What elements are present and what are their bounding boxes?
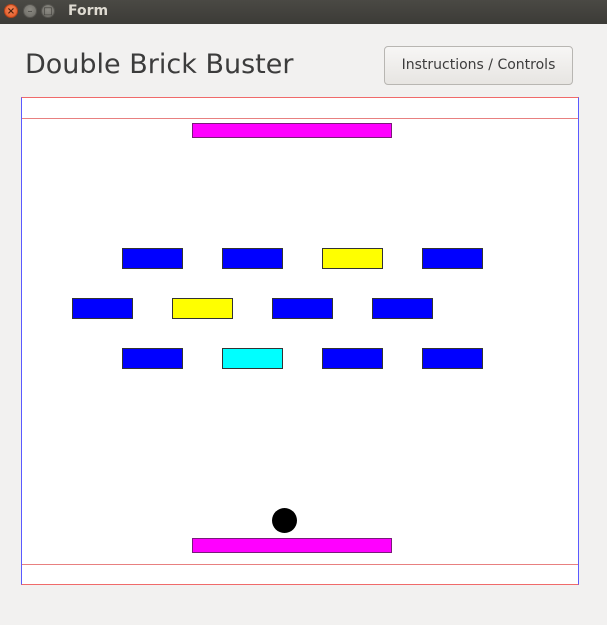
top-paddle (192, 123, 392, 138)
bottom-paddle (192, 538, 392, 553)
brick-blue (122, 248, 183, 269)
app-window: × – □ Form Double Brick Buster Instructi… (0, 0, 607, 625)
brick-yellow (172, 298, 233, 319)
title-bar: × – □ Form (0, 0, 607, 24)
top-goal-line (22, 118, 578, 119)
brick-blue (122, 348, 183, 369)
minimize-window-button[interactable]: – (23, 4, 37, 18)
brick-blue (422, 348, 483, 369)
window-title: Form (68, 3, 109, 19)
maximize-window-button[interactable]: □ (41, 4, 55, 18)
bottom-goal-line (22, 564, 578, 565)
game-title: Double Brick Buster (25, 49, 294, 80)
instructions-controls-button[interactable]: Instructions / Controls (384, 46, 573, 85)
brick-blue (272, 298, 333, 319)
brick-yellow (322, 248, 383, 269)
close-window-button[interactable]: × (4, 4, 18, 18)
brick-blue (322, 348, 383, 369)
game-playfield[interactable] (21, 97, 579, 585)
brick-blue (372, 298, 433, 319)
brick-blue (72, 298, 133, 319)
ball (272, 508, 297, 533)
brick-blue (222, 248, 283, 269)
brick-blue (422, 248, 483, 269)
brick-cyan (222, 348, 283, 369)
